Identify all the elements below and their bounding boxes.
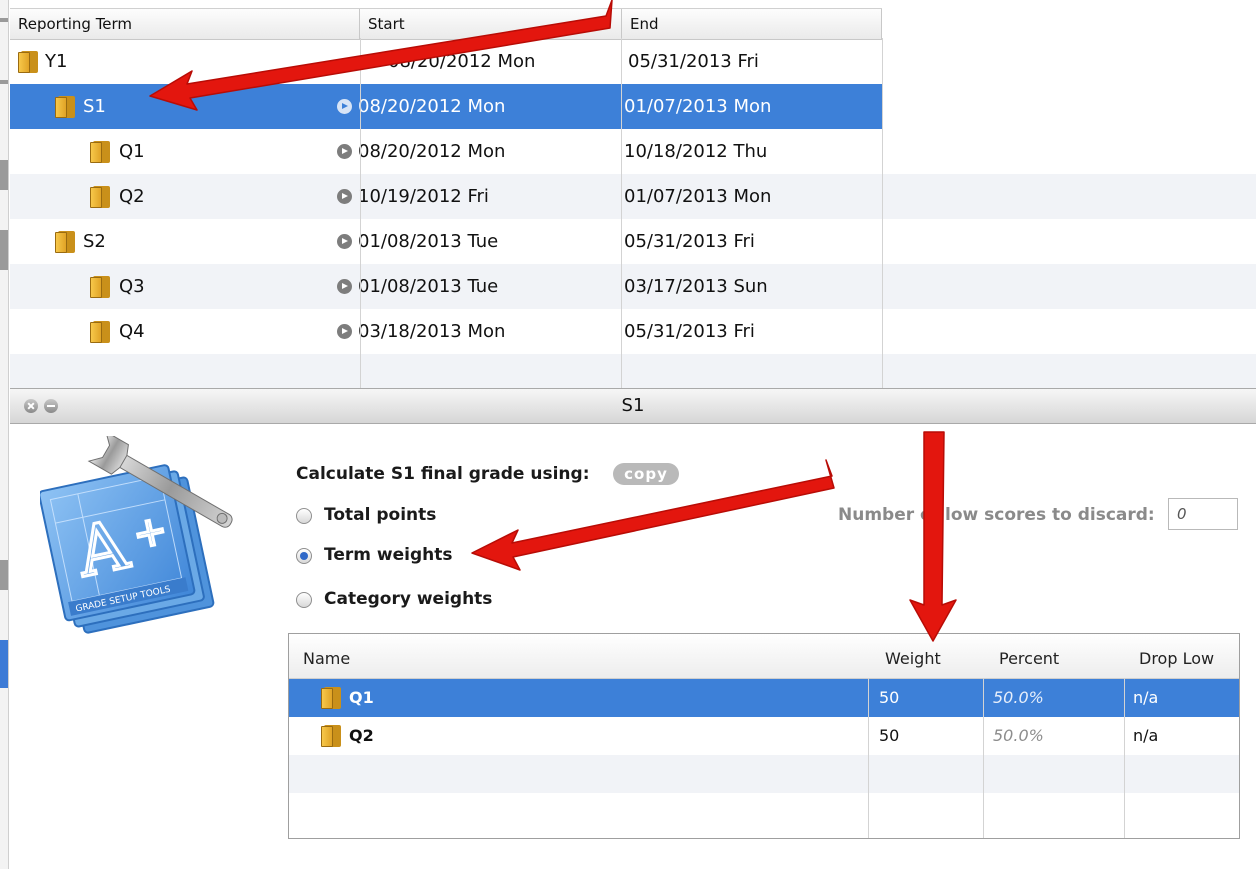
go-arrow-icon[interactable] bbox=[337, 324, 352, 339]
folder-icon bbox=[55, 231, 75, 253]
term-name: Y1 bbox=[45, 51, 68, 72]
inspector-title: S1 bbox=[621, 395, 645, 416]
folder-icon bbox=[90, 186, 110, 208]
total-points-radio[interactable] bbox=[296, 508, 312, 524]
discard-label: Number of low scores to discard: bbox=[838, 505, 1155, 525]
folder-icon bbox=[18, 51, 38, 73]
edge-mark bbox=[0, 80, 8, 84]
term-end: 10/18/2012 Thu bbox=[624, 141, 768, 162]
weight-row-name: Q2 bbox=[349, 726, 374, 745]
discard-count-input[interactable]: 0 bbox=[1168, 498, 1238, 530]
grade-setup-tools-icon: A + GRADE SETUP TOOLS bbox=[40, 436, 233, 634]
term-start: 01/08/2013 Tue bbox=[358, 231, 499, 252]
go-arrow-icon[interactable] bbox=[337, 234, 352, 249]
weight-value[interactable]: 50 bbox=[879, 717, 899, 755]
total-points-label[interactable]: Total points bbox=[324, 505, 436, 525]
inspector-title-bar: S1 bbox=[10, 388, 1256, 424]
percent-value: 50.0% bbox=[993, 726, 1044, 745]
term-start: 03/18/2013 Mon bbox=[358, 321, 506, 342]
category-weights-label[interactable]: Category weights bbox=[324, 589, 492, 609]
term-name: Q2 bbox=[119, 186, 145, 207]
weight-row-name: Q1 bbox=[349, 688, 374, 707]
go-arrow-icon[interactable] bbox=[337, 279, 352, 294]
term-end: 05/31/2013 Fri bbox=[628, 51, 759, 72]
term-row-q4[interactable]: Q4 03/18/2013 Mon 05/31/2013 Fri bbox=[10, 309, 1256, 354]
column-header-start[interactable]: Start bbox=[360, 9, 622, 39]
drop-low-value[interactable]: n/a bbox=[1133, 679, 1158, 717]
category-weights-radio[interactable] bbox=[296, 592, 312, 608]
term-end: 05/31/2013 Fri bbox=[624, 321, 755, 342]
folder-icon bbox=[90, 321, 110, 343]
term-end: 01/07/2013 Mon bbox=[624, 96, 772, 117]
weight-row-empty bbox=[289, 793, 1239, 838]
left-edge-strip bbox=[0, 0, 9, 869]
column-header-name[interactable]: Name bbox=[303, 634, 350, 678]
weight-value[interactable]: 50 bbox=[879, 679, 899, 717]
column-header-end[interactable]: End bbox=[622, 9, 882, 39]
percent-value: 50.0% bbox=[993, 688, 1044, 707]
drop-low-value[interactable]: n/a bbox=[1133, 717, 1158, 755]
term-weights-radio[interactable] bbox=[296, 548, 312, 564]
calculate-label: Calculate S1 final grade using: bbox=[296, 464, 590, 484]
term-row-y1[interactable]: Y1 08/20/2012 Mon 05/31/2013 Fri bbox=[10, 39, 1256, 84]
term-name: Q3 bbox=[119, 276, 145, 297]
column-header-weight[interactable]: Weight bbox=[885, 634, 941, 678]
term-weights-table: Name Weight Percent Drop Low Q1 50 50.0%… bbox=[288, 633, 1240, 839]
term-weights-label[interactable]: Term weights bbox=[324, 545, 452, 565]
column-divider bbox=[621, 38, 622, 388]
term-row-empty bbox=[10, 354, 1256, 388]
arrow-to-weight-column bbox=[909, 431, 957, 642]
edge-mark bbox=[0, 560, 8, 590]
term-name: Q1 bbox=[119, 141, 145, 162]
term-row-s2[interactable]: S2 01/08/2013 Tue 05/31/2013 Fri bbox=[10, 219, 1256, 264]
folder-icon bbox=[321, 687, 341, 709]
folder-icon bbox=[55, 96, 75, 118]
folder-icon bbox=[90, 141, 110, 163]
edge-mark bbox=[0, 230, 8, 270]
term-start: 01/08/2013 Tue bbox=[358, 276, 499, 297]
edge-selection-mark bbox=[0, 640, 8, 688]
column-divider bbox=[360, 38, 361, 388]
terms-table-header: Reporting Term Start End bbox=[10, 8, 882, 40]
copy-button[interactable]: copy bbox=[613, 463, 679, 485]
term-start: 10/19/2012 Fri bbox=[358, 186, 489, 207]
edge-mark bbox=[0, 160, 8, 190]
term-end: 03/17/2013 Sun bbox=[624, 276, 768, 297]
folder-icon bbox=[321, 725, 341, 747]
reporting-terms-table: Reporting Term Start End Y1 08/20/2012 M… bbox=[10, 8, 1256, 388]
term-row-q1[interactable]: Q1 08/20/2012 Mon 10/18/2012 Thu bbox=[10, 129, 1256, 174]
column-header-percent[interactable]: Percent bbox=[999, 634, 1059, 678]
column-header-term[interactable]: Reporting Term bbox=[10, 9, 360, 39]
term-start: 08/20/2012 Mon bbox=[388, 51, 536, 72]
column-divider bbox=[868, 678, 869, 838]
weight-row-q1[interactable]: Q1 50 50.0% n/a bbox=[289, 679, 1239, 717]
term-row-q3[interactable]: Q3 01/08/2013 Tue 03/17/2013 Sun bbox=[10, 264, 1256, 309]
weight-row-q2[interactable]: Q2 50 50.0% n/a bbox=[289, 717, 1239, 755]
weights-table-header: Name Weight Percent Drop Low bbox=[289, 634, 1239, 679]
term-row-q2[interactable]: Q2 10/19/2012 Fri 01/07/2013 Mon bbox=[10, 174, 1256, 219]
term-end: 01/07/2013 Mon bbox=[624, 186, 772, 207]
go-arrow-icon[interactable] bbox=[337, 189, 352, 204]
edge-mark bbox=[0, 18, 8, 22]
term-end: 05/31/2013 Fri bbox=[624, 231, 755, 252]
term-name: Q4 bbox=[119, 321, 145, 342]
term-start: 08/20/2012 Mon bbox=[358, 141, 506, 162]
go-arrow-icon[interactable] bbox=[337, 144, 352, 159]
column-divider bbox=[882, 38, 883, 388]
column-header-drop-low[interactable]: Drop Low bbox=[1139, 634, 1214, 678]
column-divider bbox=[1124, 678, 1125, 838]
go-arrow-icon[interactable] bbox=[337, 99, 352, 114]
term-name: S1 bbox=[83, 96, 106, 117]
term-row-s1[interactable]: S1 08/20/2012 Mon 01/07/2013 Mon bbox=[10, 84, 1256, 129]
folder-icon bbox=[90, 276, 110, 298]
column-divider bbox=[983, 678, 984, 838]
term-name: S2 bbox=[83, 231, 106, 252]
term-start: 08/20/2012 Mon bbox=[358, 96, 506, 117]
weight-row-empty bbox=[289, 755, 1239, 793]
